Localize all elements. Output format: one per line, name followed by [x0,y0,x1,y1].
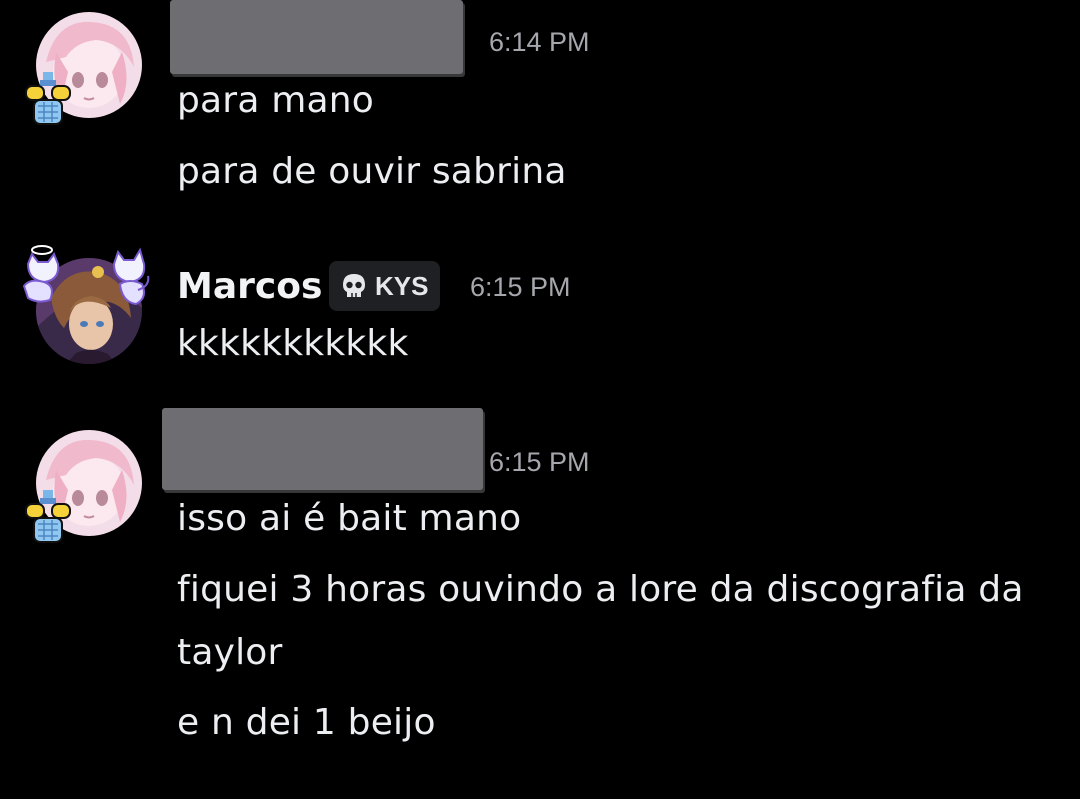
timestamp: 6:15 PM [470,272,571,302]
message-text: para mano [177,80,374,121]
message-text: isso ai é bait mano [177,498,522,539]
user-tag-badge[interactable]: KYS [329,261,441,311]
message-text: para de ouvir sabrina [177,151,567,192]
redacted-username [162,408,483,490]
message-text: taylor [177,632,283,673]
white-cats-decoration-icon [20,242,150,332]
tag-label: KYS [375,270,429,301]
perfume-bottle-icon [24,72,72,126]
timestamp: 6:15 PM [489,447,590,477]
redacted-username [170,0,463,74]
message-text: kkkkkkkkkkk [177,323,409,364]
message-text: e n dei 1 beijo [177,702,436,743]
username[interactable]: Marcos [177,266,322,307]
timestamp: 6:14 PM [489,27,590,57]
skull-icon [343,274,365,297]
perfume-bottle-icon [24,490,72,544]
message-text: fiquei 3 horas ouvindo a lore da discogr… [177,569,1024,610]
